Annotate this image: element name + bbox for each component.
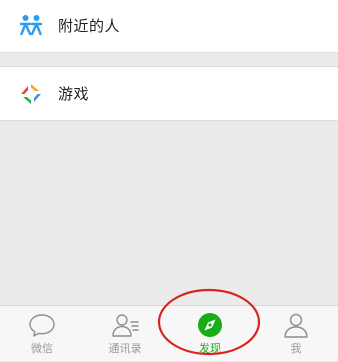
nearby-people-label: 附近的人: [58, 16, 121, 35]
contacts-icon: [112, 314, 139, 337]
chat-bubble-icon: [29, 314, 55, 337]
tab-contacts[interactable]: 通讯录: [83, 306, 167, 362]
person-icon: [284, 313, 308, 338]
tab-discover-label: 发现: [199, 342, 221, 355]
tab-contacts-label: 通讯录: [108, 342, 142, 355]
compass-icon: [198, 313, 222, 337]
tab-me[interactable]: 我: [254, 306, 338, 362]
tab-chats[interactable]: 微信: [0, 306, 84, 362]
games-icon: [21, 83, 41, 104]
nearby-people-row[interactable]: 附近的人: [0, 0, 338, 53]
tab-me-label: 我: [290, 342, 302, 355]
games-label: 游戏: [58, 85, 90, 103]
tab-discover[interactable]: 发现: [168, 306, 252, 362]
games-row[interactable]: 游戏: [0, 66, 338, 121]
people-nearby-icon: [19, 15, 43, 36]
discover-screen: 附近的人 游戏 微信 通讯录 发现 我: [0, 0, 338, 361]
bottom-tab-bar: 微信 通讯录 发现 我: [0, 305, 338, 361]
tab-chats-label: 微信: [31, 342, 53, 355]
